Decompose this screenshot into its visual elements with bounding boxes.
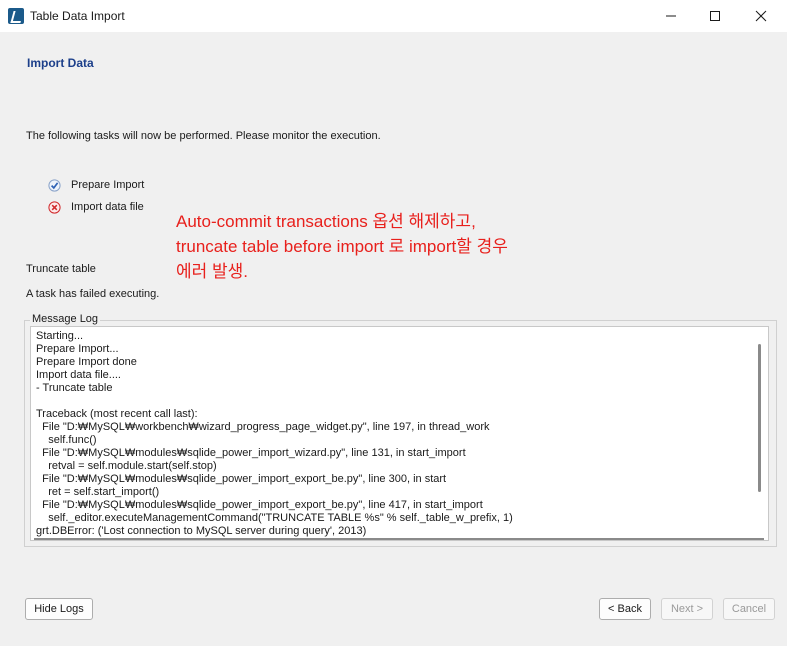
back-button[interactable]: < Back (599, 598, 651, 620)
annotation-line: Auto-commit transactions 옵션 해제하고, (176, 212, 476, 231)
hide-logs-button[interactable]: Hide Logs (25, 598, 93, 620)
window-title: Table Data Import (30, 9, 125, 23)
message-log-text-area[interactable]: Starting... Prepare Import... Prepare Im… (30, 326, 769, 541)
cancel-button[interactable]: Cancel (723, 598, 775, 620)
close-icon (755, 10, 767, 22)
app-icon (8, 8, 24, 24)
error-icon (48, 201, 61, 214)
current-task-label: Truncate table (26, 263, 96, 275)
annotation-note: Auto-commit transactions 옵션 해제하고, trunca… (176, 209, 596, 284)
annotation-line: truncate table before import 로 import할 경… (176, 237, 508, 256)
annotation-line: 에러 발생. (176, 262, 249, 281)
minimize-icon (666, 15, 676, 17)
close-button[interactable] (738, 0, 784, 32)
page-title: Import Data (27, 56, 94, 70)
next-button[interactable]: Next > (661, 598, 713, 620)
checkmark-icon (48, 179, 61, 192)
task-label: Prepare Import (71, 179, 145, 191)
minimize-button[interactable] (648, 0, 694, 32)
maximize-icon (710, 11, 720, 21)
maximize-button[interactable] (692, 0, 738, 32)
task-label: Import data file (71, 201, 144, 213)
title-bar: Table Data Import (0, 0, 787, 32)
status-message: A task has failed executing. (26, 288, 160, 300)
page-description: The following tasks will now be performe… (26, 130, 381, 142)
vertical-scrollbar[interactable] (758, 344, 761, 492)
message-log-content: Starting... Prepare Import... Prepare Im… (36, 330, 513, 537)
message-log-label: Message Log (30, 313, 101, 325)
horizontal-scrollbar[interactable] (34, 538, 764, 540)
